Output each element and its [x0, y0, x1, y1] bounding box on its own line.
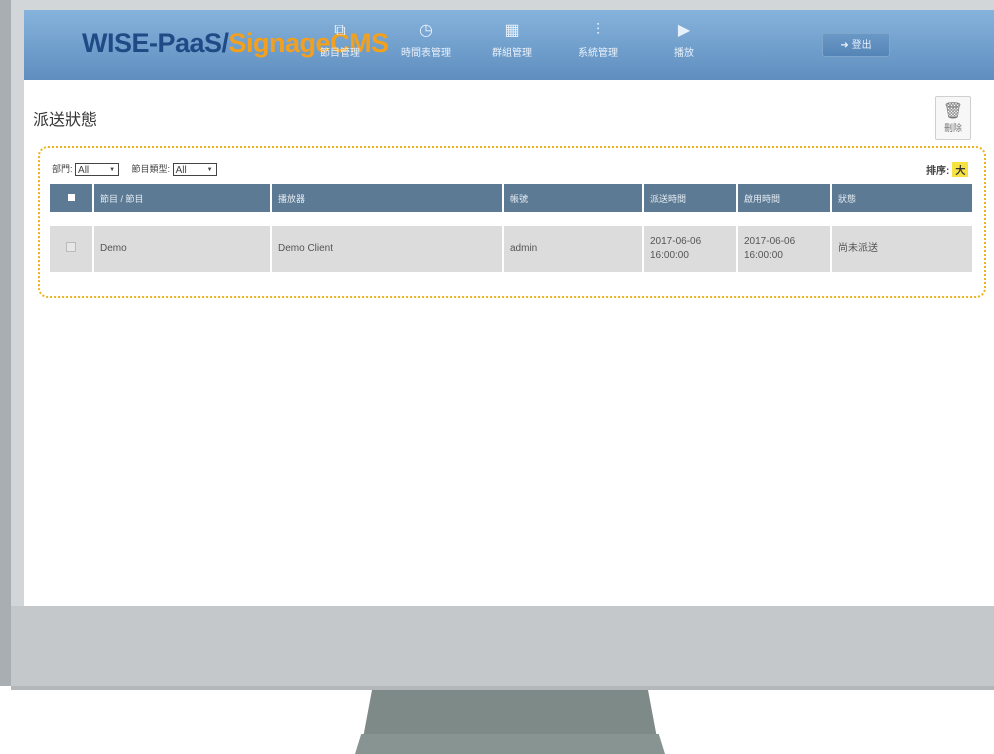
page-title: 派送狀態 [33, 112, 98, 129]
select-all-checkbox[interactable] [67, 194, 75, 201]
sort-control[interactable]: 排序: 大 [926, 162, 969, 177]
column-header-status[interactable]: 狀態 [832, 184, 972, 212]
column-header-send-time[interactable]: 派送時間 [644, 184, 736, 212]
cell-enable-time: 2017-06-06 16:00:00 [738, 226, 830, 272]
nav-schedule-management[interactable]: ◷ 時間表管理 [386, 20, 466, 59]
nav-label: 播放 [674, 48, 694, 59]
table-spacer [50, 212, 972, 226]
sliders-icon: ⫶ [595, 22, 600, 39]
column-header-program[interactable]: 節目 / 節目 [94, 184, 270, 212]
layers-icon: ⧉ [334, 22, 346, 39]
logout-label: 登出 [851, 40, 872, 51]
cell-status: 尚未派送 [832, 226, 972, 272]
nav-group-management[interactable]: ▦ 群組管理 [472, 20, 552, 59]
column-header-player[interactable]: 播放器 [272, 184, 502, 212]
nav-play[interactable]: ▶ 播放 [644, 20, 724, 59]
nav-program-management[interactable]: ⧉ 節目管理 [300, 20, 380, 59]
app-header: WISE-PaaS/SignageCMS ⧉ 節目管理 ◷ 時間表管理 ▦ 群組… [24, 10, 994, 80]
select-all-cell[interactable] [50, 184, 92, 212]
nav-label: 節目管理 [320, 48, 360, 59]
cell-player: Demo Client [272, 226, 502, 272]
video-camera-icon: ▶ [677, 22, 691, 39]
monitor-chin-shadow [11, 686, 994, 690]
filter-bar: 部門: All ▼ 節目類型: All ▼ [52, 162, 227, 177]
delete-label: 刪除 [943, 123, 962, 133]
cell-send-time: 2017-06-06 16:00:00 [644, 226, 736, 272]
screen: WISE-PaaS/SignageCMS ⧉ 節目管理 ◷ 時間表管理 ▦ 群組… [24, 10, 994, 606]
dropdown-arrow-icon: ▼ [109, 167, 116, 174]
monitor-left-edge [0, 0, 11, 686]
type-select[interactable]: All ▼ [172, 163, 217, 177]
nav-label: 群組管理 [492, 48, 532, 59]
cell-program-name: Demo [94, 226, 270, 272]
table-header-row: 節目 / 節目 播放器 帳號 派送時間 啟用時間 狀態 [50, 184, 972, 212]
type-select-value: All [175, 165, 187, 177]
clock-icon: ◷ [419, 22, 433, 39]
dropdown-arrow-icon: ▼ [206, 167, 213, 174]
row-select-cell[interactable] [50, 226, 92, 272]
monitor-chin [11, 606, 994, 690]
building-icon: ▦ [504, 22, 520, 39]
logo-wise-paas: WISE-PaaS/ [82, 28, 229, 58]
cell-account: admin [504, 226, 642, 272]
department-filter-label: 部門: [52, 164, 73, 174]
department-select-value: All [78, 165, 90, 177]
column-header-account[interactable]: 帳號 [504, 184, 642, 212]
type-filter-label: 節目類型: [131, 164, 171, 174]
nav-label: 時間表管理 [401, 48, 451, 59]
trash-icon: 🗑 [942, 103, 964, 120]
row-checkbox[interactable] [66, 241, 76, 252]
nav-system-management[interactable]: ⫶ 系統管理 [558, 20, 638, 59]
logout-button[interactable]: ➜ 登出 [822, 33, 890, 57]
logout-icon: ➜ [840, 40, 849, 51]
nav-label: 系統管理 [578, 48, 618, 59]
table-row[interactable]: Demo Demo Client admin 2017-06-06 16:00:… [50, 226, 972, 272]
sort-label: 排序: [926, 166, 950, 177]
sort-badge: 大 [952, 162, 969, 177]
department-select[interactable]: All ▼ [75, 163, 120, 177]
dispatch-status-table: 節目 / 節目 播放器 帳號 派送時間 啟用時間 狀態 Demo Demo Cl… [48, 184, 974, 272]
monitor-stand-base [355, 734, 665, 754]
column-header-enable-time[interactable]: 啟用時間 [738, 184, 830, 212]
delete-button[interactable]: 🗑 刪除 [935, 96, 971, 140]
